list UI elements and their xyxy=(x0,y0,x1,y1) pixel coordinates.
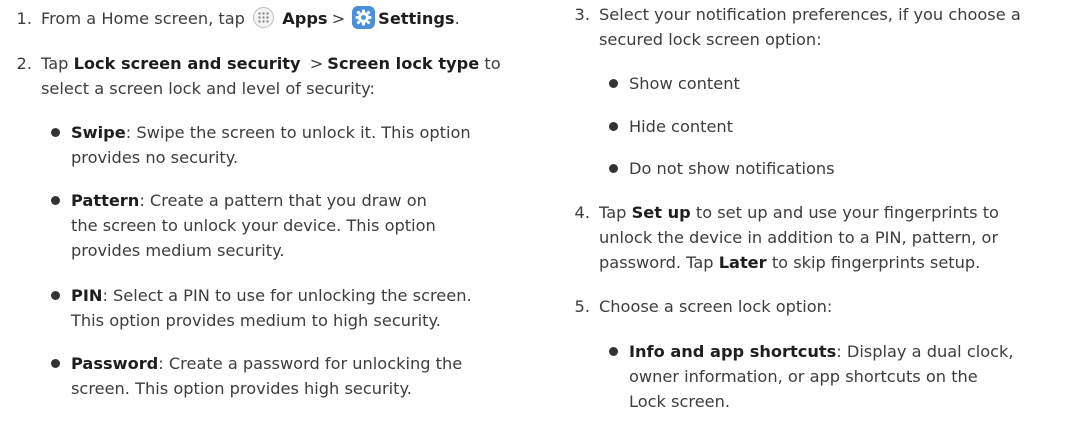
bullet-password: Password: Create a password for unlockin… xyxy=(0,351,531,401)
later-label: Later xyxy=(718,253,767,272)
step-text: Tap xyxy=(41,54,69,73)
step-text: Tap xyxy=(599,203,627,222)
bullet-text: owner information, or app shortcuts on t… xyxy=(629,367,978,386)
step-number: 3. xyxy=(574,5,590,24)
bullet-dot xyxy=(51,359,60,368)
apps-label: Apps xyxy=(282,9,328,28)
bullet-label: Pattern xyxy=(71,191,140,210)
bullet-text: : Display a dual clock, xyxy=(836,342,1014,361)
chevron-separator: > xyxy=(309,54,324,73)
bullet-label: Swipe xyxy=(71,123,126,142)
bullet-pattern: Pattern: Create a pattern that you draw … xyxy=(0,188,531,263)
step-text: password. Tap xyxy=(599,253,714,272)
bullet-text: Show content xyxy=(629,74,740,93)
bullet-no-notifications: Do not show notifications xyxy=(558,156,1069,181)
bullet-label: Password xyxy=(71,354,159,373)
bullet-text: Hide content xyxy=(629,117,734,136)
step-4: 4. Tap Set up to set up and use your fin… xyxy=(558,200,1081,275)
bullet-dot xyxy=(51,196,60,205)
step-text-line: select a screen lock and level of securi… xyxy=(41,79,375,98)
bullet-text: : Select a PIN to use for unlocking the … xyxy=(102,286,472,305)
settings-gear-icon xyxy=(352,6,376,29)
step-text-line: secured lock screen option: xyxy=(599,30,822,49)
step-1: 1. From a Home screen, tap Apps > Settin… xyxy=(0,6,571,31)
settings-label: Settings xyxy=(378,9,455,28)
step-number: 4. xyxy=(574,203,590,222)
bullet-hide-content: Hide content xyxy=(558,114,1069,139)
step-text: From a Home screen, tap xyxy=(41,9,245,28)
step-text-line: unlock the device in addition to a PIN, … xyxy=(599,228,999,247)
step-text: to skip fingerprints setup. xyxy=(771,253,981,272)
step-text-line: Tap Lock screen and security > Screen loc… xyxy=(41,51,571,76)
bullet-text: This option provides medium to high secu… xyxy=(71,311,441,330)
step-number: 5. xyxy=(574,297,590,316)
step-text-line: Choose a screen lock option: xyxy=(599,297,833,316)
set-up-label: Set up xyxy=(631,203,691,222)
bullet-label: Info and app shortcuts xyxy=(629,342,837,361)
chevron-separator: > xyxy=(331,9,346,28)
step-3: 3. Select your notification preferences,… xyxy=(558,2,1081,52)
bullet-text: : Create a pattern that you draw on xyxy=(139,191,427,210)
bullet-dot xyxy=(609,347,618,356)
bullet-dot xyxy=(609,164,618,173)
bullet-pin: PIN: Select a PIN to use for unlocking t… xyxy=(0,283,541,333)
bullet-text: provides medium security. xyxy=(71,241,285,260)
step-text: to set up and use your fingerprints to xyxy=(695,203,999,222)
step-text: to xyxy=(484,54,501,73)
bullet-dot xyxy=(51,291,60,300)
bullet-label: PIN xyxy=(71,286,103,305)
bullet-dot xyxy=(51,128,60,137)
bullet-text: : Swipe the screen to unlock it. This op… xyxy=(125,123,471,142)
bullet-text: Lock screen. xyxy=(629,392,731,411)
bullet-text: the screen to unlock your device. This o… xyxy=(71,216,436,235)
apps-grid-icon xyxy=(253,7,275,28)
bullet-info-shortcuts: Info and app shortcuts: Display a dual c… xyxy=(558,339,1081,414)
bullet-dot xyxy=(609,79,618,88)
step-text-line: Select your notification preferences, if… xyxy=(599,5,1021,24)
period: . xyxy=(454,9,460,28)
step-number: 2. xyxy=(16,54,32,73)
screen-lock-type-label: Screen lock type xyxy=(327,54,480,73)
step-5: 5. Choose a screen lock option: xyxy=(558,294,1081,319)
bullet-swipe: Swipe: Swipe the screen to unlock it. Th… xyxy=(0,120,531,170)
bullet-text: Do not show notifications xyxy=(629,159,835,178)
bullet-text: provides no security. xyxy=(71,148,239,167)
step-number: 1. xyxy=(16,9,32,28)
bullet-text: : Create a password for unlocking the xyxy=(158,354,463,373)
bullet-show-content: Show content xyxy=(558,71,1069,96)
bullet-dot xyxy=(609,122,618,131)
step-2: 2. Tap Lock screen and security > Screen … xyxy=(0,51,571,101)
lock-screen-security-label: Lock screen and security xyxy=(73,54,301,73)
bullet-text: screen. This option provides high securi… xyxy=(71,379,412,398)
